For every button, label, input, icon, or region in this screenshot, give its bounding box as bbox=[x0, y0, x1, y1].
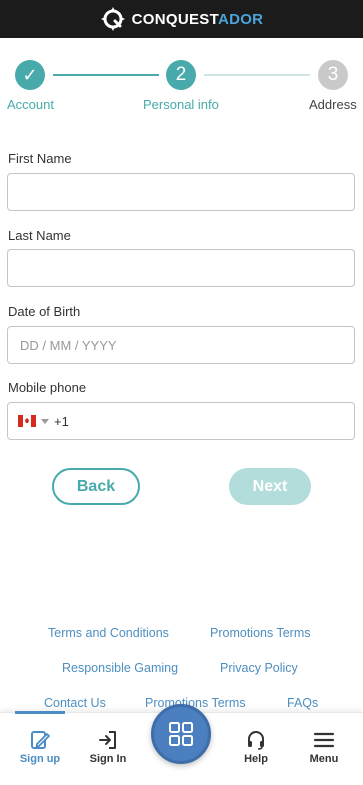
next-button[interactable]: Next bbox=[229, 468, 311, 505]
mobile-phone-input[interactable] bbox=[68, 403, 354, 439]
signup-page: CONQUESTADOR ✓ 2 3 Account Personal info… bbox=[0, 0, 363, 785]
last-name-label: Last Name bbox=[8, 228, 71, 243]
mobile-phone-field: +1 bbox=[7, 402, 355, 440]
nav-menu[interactable]: Menu bbox=[296, 729, 352, 765]
nav-help[interactable]: Help bbox=[228, 729, 284, 765]
games-grid-button[interactable] bbox=[151, 704, 211, 764]
brand-logo[interactable]: CONQUESTADOR bbox=[100, 6, 264, 32]
headset-icon bbox=[248, 731, 264, 750]
privacy-policy-link[interactable]: Privacy Policy bbox=[220, 661, 298, 675]
nav-sign-in-label: Sign In bbox=[89, 753, 127, 765]
grid-icon bbox=[169, 722, 193, 746]
nav-sign-in[interactable]: Sign In bbox=[80, 729, 136, 765]
faqs-link[interactable]: FAQs bbox=[287, 696, 318, 710]
nav-menu-label: Menu bbox=[309, 753, 339, 765]
step-1-check-icon: ✓ bbox=[15, 60, 45, 90]
dob-label: Date of Birth bbox=[8, 304, 81, 319]
nav-sign-up[interactable]: Sign up bbox=[12, 729, 68, 765]
step-2-label: Personal info bbox=[143, 97, 219, 112]
nav-help-label: Help bbox=[244, 753, 268, 765]
active-tab-indicator bbox=[15, 711, 65, 714]
step-1-label: Account bbox=[7, 97, 54, 112]
compass-logo-icon bbox=[100, 7, 125, 31]
first-name-label: First Name bbox=[8, 151, 72, 166]
contact-us-link[interactable]: Contact Us bbox=[44, 696, 106, 710]
back-button[interactable]: Back bbox=[52, 468, 140, 505]
step-connector-2 bbox=[204, 74, 310, 76]
brand-name: CONQUESTADOR bbox=[132, 11, 264, 28]
signup-stepper: ✓ 2 3 Account Personal info Address bbox=[0, 58, 363, 118]
step-connector-1 bbox=[53, 74, 159, 76]
first-name-input[interactable] bbox=[8, 174, 354, 210]
first-name-field bbox=[7, 173, 355, 211]
dob-input[interactable] bbox=[8, 327, 354, 363]
dob-field bbox=[7, 326, 355, 364]
edit-pencil-icon bbox=[31, 731, 50, 749]
brand-part-2: ADOR bbox=[217, 10, 264, 28]
top-header: CONQUESTADOR bbox=[0, 0, 363, 38]
step-3-label: Address bbox=[309, 97, 357, 112]
responsible-gaming-link[interactable]: Responsible Gaming bbox=[62, 661, 178, 675]
nav-sign-up-label: Sign up bbox=[19, 753, 61, 765]
sign-in-arrow-icon bbox=[99, 731, 116, 749]
country-dropdown-caret-icon[interactable] bbox=[41, 418, 49, 424]
last-name-input[interactable] bbox=[8, 250, 354, 286]
dial-code: +1 bbox=[54, 413, 69, 429]
step-3-marker: 3 bbox=[318, 60, 348, 90]
terms-link[interactable]: Terms and Conditions bbox=[48, 626, 169, 640]
canada-flag-icon[interactable] bbox=[18, 415, 36, 427]
step-2-marker: 2 bbox=[166, 60, 196, 90]
mobile-phone-label: Mobile phone bbox=[8, 380, 87, 395]
hamburger-menu-icon bbox=[313, 732, 335, 748]
last-name-field bbox=[7, 249, 355, 287]
brand-part-1: CONQUEST bbox=[131, 10, 218, 28]
promotions-terms-link[interactable]: Promotions Terms bbox=[210, 626, 311, 640]
